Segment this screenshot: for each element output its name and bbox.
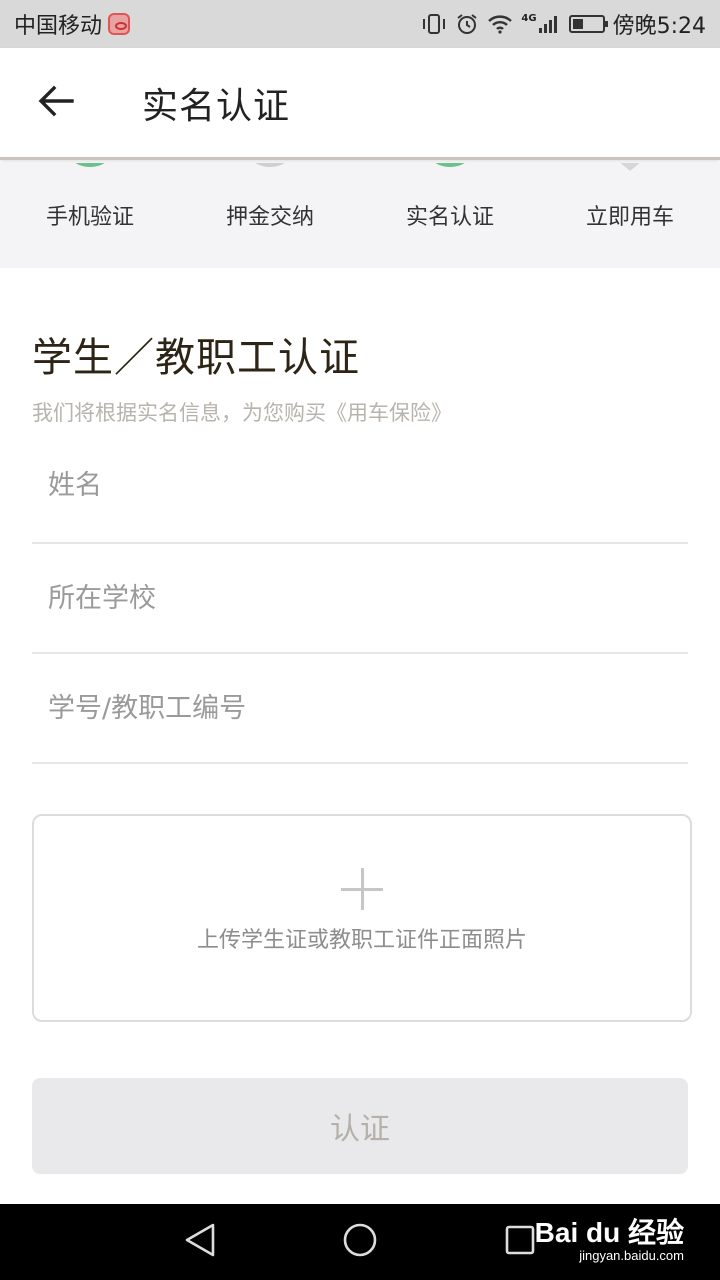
square-recents-icon xyxy=(504,1224,536,1260)
step-real-name: 实名认证 xyxy=(360,163,540,268)
step-label: 实名认证 xyxy=(405,205,494,230)
name-field-row xyxy=(32,428,688,544)
status-left: 中国移动 xyxy=(14,8,131,40)
step-ride-now: 立即用车 xyxy=(540,163,720,268)
upload-label: 上传学生证或教职工证件正面照片 xyxy=(196,928,527,953)
step-phone-verify: 手机验证 xyxy=(0,163,180,268)
step-label: 押金交纳 xyxy=(225,205,314,230)
step-label: 立即用车 xyxy=(585,205,674,230)
id-number-field-row xyxy=(32,654,688,764)
step-label: 手机验证 xyxy=(45,205,134,230)
page-title: 实名认证 xyxy=(142,85,291,127)
signal-icon: 4G xyxy=(521,13,560,35)
app-header: 实名认证 xyxy=(0,48,720,160)
verification-form: 学生／教职工认证 我们将根据实名信息，为您购买《用车保险》 xyxy=(32,268,688,764)
school-field-row xyxy=(32,544,688,654)
plus-icon xyxy=(341,868,383,910)
school-input[interactable] xyxy=(32,582,688,614)
step-deposit: 押金交纳 xyxy=(180,163,360,268)
id-number-input[interactable] xyxy=(32,692,688,724)
watermark-url-text: jingyan.baidu.com xyxy=(579,1248,684,1263)
carrier-app-icon xyxy=(108,13,131,35)
status-time: 傍晚5:24 xyxy=(612,14,706,39)
nav-back-button[interactable] xyxy=(170,1212,230,1272)
network-type-label: 4G xyxy=(521,12,537,24)
verify-submit-button[interactable]: 认证 xyxy=(32,1078,688,1174)
nav-home-button[interactable] xyxy=(330,1212,390,1272)
back-button[interactable] xyxy=(30,77,82,129)
baidu-watermark: Bai du 经验 jingyan.baidu.com xyxy=(535,1218,684,1264)
progress-steps: 手机验证 押金交纳 实名认证 立即用车 xyxy=(0,163,720,268)
carrier-name: 中国移动 xyxy=(14,14,103,39)
arrow-left-icon xyxy=(38,85,74,121)
wifi-icon xyxy=(487,13,513,35)
vibrate-icon xyxy=(421,13,447,35)
step-upcoming-marker xyxy=(618,163,642,171)
battery-icon xyxy=(568,15,608,33)
alarm-icon xyxy=(455,12,479,36)
status-bar: 中国移动 4G 傍晚5:24 xyxy=(0,0,720,48)
circle-home-icon xyxy=(342,1222,378,1262)
triangle-back-icon xyxy=(183,1222,217,1262)
status-right: 4G 傍晚5:24 xyxy=(421,8,706,40)
name-input[interactable] xyxy=(32,469,688,501)
step-current-dot xyxy=(430,163,470,167)
section-subtitle: 我们将根据实名信息，为您购买《用车保险》 xyxy=(32,401,452,425)
section-title: 学生／教职工认证 xyxy=(32,335,360,381)
step-done-dot xyxy=(70,163,110,167)
watermark-main-text: Bai du 经验 xyxy=(534,1217,684,1248)
upload-photo-button[interactable]: 上传学生证或教职工证件正面照片 xyxy=(32,814,692,1022)
step-pending-dot xyxy=(250,163,290,167)
